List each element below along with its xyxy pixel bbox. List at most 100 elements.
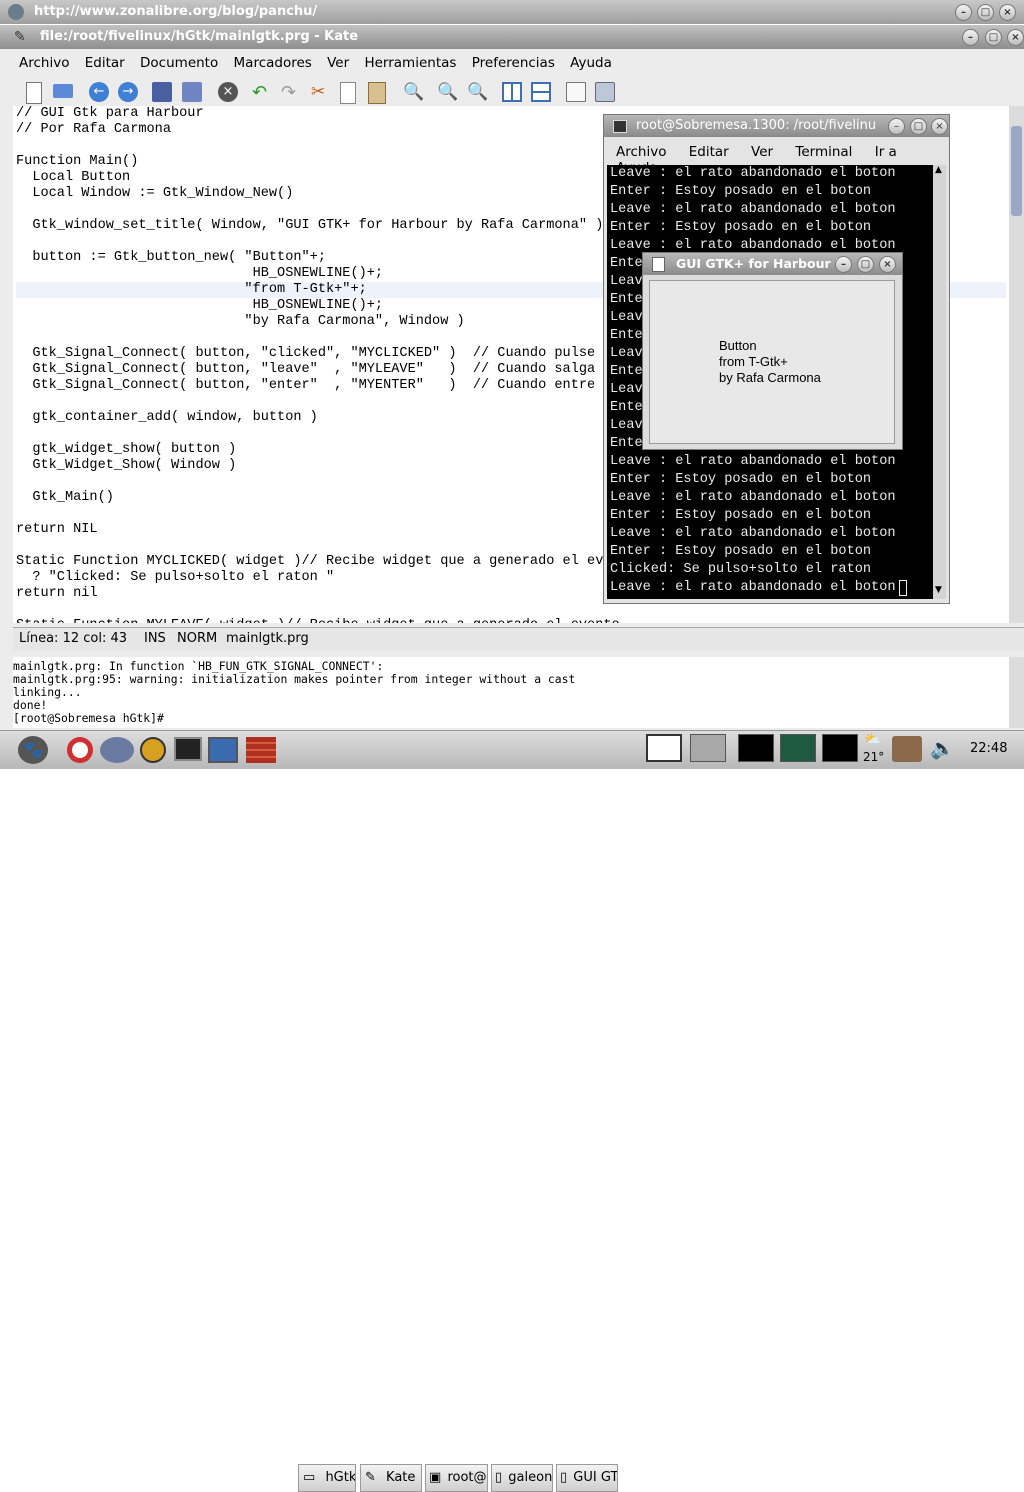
print-icon[interactable] bbox=[595, 82, 615, 102]
notes-applet-icon[interactable] bbox=[892, 736, 922, 762]
term-menu-ver[interactable]: Ver bbox=[751, 144, 773, 160]
find-icon[interactable]: 🔍 bbox=[403, 82, 424, 102]
settings-launcher-icon[interactable] bbox=[140, 737, 166, 763]
volume-icon[interactable]: 🔈 bbox=[930, 736, 955, 760]
close-doc-icon[interactable]: × bbox=[218, 82, 238, 102]
task-terminal[interactable]: ▣ root@S bbox=[425, 1464, 488, 1492]
term-menu-archivo[interactable]: Archivo bbox=[616, 144, 666, 160]
open-folder-icon[interactable] bbox=[53, 84, 73, 98]
console-line: mainlgtk.prg:95: warning: initialization… bbox=[13, 672, 576, 686]
button-line-2: from T-Gtk+ bbox=[719, 354, 788, 369]
gtk-titlebar[interactable]: GUI GTK+ for Harbour l – □ × bbox=[643, 253, 902, 275]
browser-minimize-button[interactable]: – bbox=[955, 4, 972, 21]
scroll-up-icon[interactable]: ▲ bbox=[935, 165, 942, 175]
new-file-icon[interactable] bbox=[26, 82, 42, 104]
find-prev-icon[interactable]: 🔍 bbox=[467, 82, 488, 102]
back-icon[interactable]: ← bbox=[89, 82, 109, 102]
kate-titlebar[interactable]: ✎ file:/root/fivelinux/hGtk/mainlgtk.prg… bbox=[0, 25, 1024, 49]
menu-preferencias[interactable]: Preferencias bbox=[472, 55, 555, 71]
firewall-launcher-icon[interactable] bbox=[246, 737, 276, 763]
save-as-icon[interactable] bbox=[182, 82, 202, 102]
split-horizontal-icon[interactable] bbox=[531, 82, 551, 102]
gtk-close-button[interactable]: × bbox=[879, 256, 896, 273]
menu-herramientas[interactable]: Herramientas bbox=[364, 55, 456, 71]
menu-editar[interactable]: Editar bbox=[85, 55, 125, 71]
term-menu-ira[interactable]: Ir a bbox=[875, 144, 897, 160]
split-vertical-icon[interactable] bbox=[502, 82, 522, 102]
menu-ayuda[interactable]: Ayuda bbox=[570, 55, 612, 71]
terminal-scrollbar[interactable]: ▲ ▼ bbox=[933, 165, 946, 599]
copy-icon[interactable] bbox=[340, 82, 356, 104]
workspace-1[interactable] bbox=[646, 734, 682, 762]
browser-titlebar[interactable]: http://www.zonalibre.org/blog/panchu/ – … bbox=[0, 0, 1024, 24]
terminal-launcher-icon[interactable] bbox=[174, 737, 202, 761]
editor-scrollbar[interactable] bbox=[1009, 106, 1024, 623]
workspace-3[interactable] bbox=[738, 734, 774, 762]
browser-icon bbox=[8, 4, 24, 20]
menu-ver[interactable]: Ver bbox=[327, 55, 349, 71]
paste-icon[interactable] bbox=[368, 82, 386, 104]
find-next-icon[interactable]: 🔍 bbox=[437, 82, 458, 102]
clock[interactable]: 22:48 bbox=[970, 741, 1007, 756]
term-menu-terminal[interactable]: Terminal bbox=[795, 144, 852, 160]
terminal-minimize-button[interactable]: – bbox=[888, 118, 905, 135]
gtk-maximize-button[interactable]: □ bbox=[857, 256, 874, 273]
terminal-cursor bbox=[899, 580, 907, 596]
terminal-line: Leave : el rato abandonado el boton bbox=[610, 526, 896, 541]
editor-scroll-thumb[interactable] bbox=[1011, 126, 1022, 216]
help-lifebuoy-icon[interactable] bbox=[67, 737, 93, 763]
gtk-hello-button[interactable]: Button from T-Gtk+ by Rafa Carmona bbox=[649, 280, 895, 444]
browser-close-button[interactable]: × bbox=[999, 4, 1016, 21]
term-menu-editar[interactable]: Editar bbox=[689, 144, 729, 160]
undo-icon[interactable]: ↶ bbox=[252, 82, 272, 103]
terminal-line: Leave : el rato abandonado el boton bbox=[610, 166, 896, 181]
kate-maximize-button[interactable]: □ bbox=[985, 29, 1002, 46]
workspace-2[interactable] bbox=[690, 734, 726, 762]
terminal-icon bbox=[613, 120, 627, 133]
terminal-maximize-button[interactable]: □ bbox=[910, 118, 927, 135]
menu-archivo[interactable]: Archivo bbox=[19, 55, 69, 71]
terminal-line: Leave : el rato abandonado el boton bbox=[610, 202, 896, 217]
code-line: "by Rafa Carmona", Window ) bbox=[16, 314, 465, 329]
console-line: [root@Sobremesa hGtk]# bbox=[13, 711, 171, 725]
gnome-foot-icon[interactable]: 🐾 bbox=[18, 736, 48, 764]
kate-title: file:/root/fivelinux/hGtk/mainlgtk.prg -… bbox=[40, 29, 359, 44]
task-hgtk[interactable]: ▭ hGtk bbox=[298, 1464, 356, 1492]
terminal-titlebar[interactable]: root@Sobremesa.1300: /root/fivelinu – □ … bbox=[604, 115, 949, 137]
code-line: Static Function MYLEAVE( widget )// Reci… bbox=[16, 618, 620, 623]
kate-minimize-button[interactable]: – bbox=[962, 29, 979, 46]
code-line: Gtk_Main() bbox=[16, 490, 114, 505]
workspace-4[interactable] bbox=[780, 734, 816, 762]
scroll-down-icon[interactable]: ▼ bbox=[935, 585, 942, 595]
task-kate[interactable]: ✎ Kate bbox=[360, 1464, 422, 1492]
menu-marcadores[interactable]: Marcadores bbox=[234, 55, 312, 71]
menu-documento[interactable]: Documento bbox=[140, 55, 218, 71]
insert-mode: INS bbox=[144, 631, 166, 646]
blank-window-icon[interactable] bbox=[566, 82, 586, 102]
code-line: gtk_widget_show( button ) bbox=[16, 442, 237, 457]
console-scrollbar[interactable] bbox=[1009, 657, 1024, 728]
code-line: Gtk_Signal_Connect( button, "enter" , "M… bbox=[16, 378, 620, 393]
save-icon[interactable] bbox=[152, 82, 172, 102]
cut-icon[interactable]: ✂ bbox=[311, 82, 331, 102]
terminal-line: Enter : Estoy posado en el boton bbox=[610, 184, 872, 199]
redo-icon[interactable]: ↷ bbox=[281, 82, 301, 103]
forward-icon[interactable]: → bbox=[118, 82, 138, 102]
console-panel[interactable]: mainlgtk.prg: In function `HB_FUN_GTK_SI… bbox=[13, 657, 1009, 728]
code-line: gtk_container_add( window, button ) bbox=[16, 410, 318, 425]
kate-close-button[interactable]: × bbox=[1007, 29, 1024, 46]
task-galeon[interactable]: ▯ galeon bbox=[491, 1464, 553, 1492]
folder-icon: ▭ bbox=[303, 1470, 316, 1485]
gtk-minimize-button[interactable]: – bbox=[835, 256, 852, 273]
workspace-5[interactable] bbox=[822, 734, 858, 762]
monitor-launcher-icon[interactable] bbox=[208, 737, 238, 763]
task-gui-gtk[interactable]: ▯ GUI GT bbox=[556, 1464, 618, 1492]
code-line: // GUI Gtk para Harbour bbox=[16, 106, 204, 121]
weather-cloud-icon[interactable]: ⛅ bbox=[864, 732, 881, 748]
browser-maximize-button[interactable]: □ bbox=[977, 4, 994, 21]
terminal-close-button[interactable]: × bbox=[931, 118, 948, 135]
galeon-launcher-icon[interactable] bbox=[100, 737, 134, 763]
terminal-task-icon: ▣ bbox=[429, 1470, 442, 1485]
